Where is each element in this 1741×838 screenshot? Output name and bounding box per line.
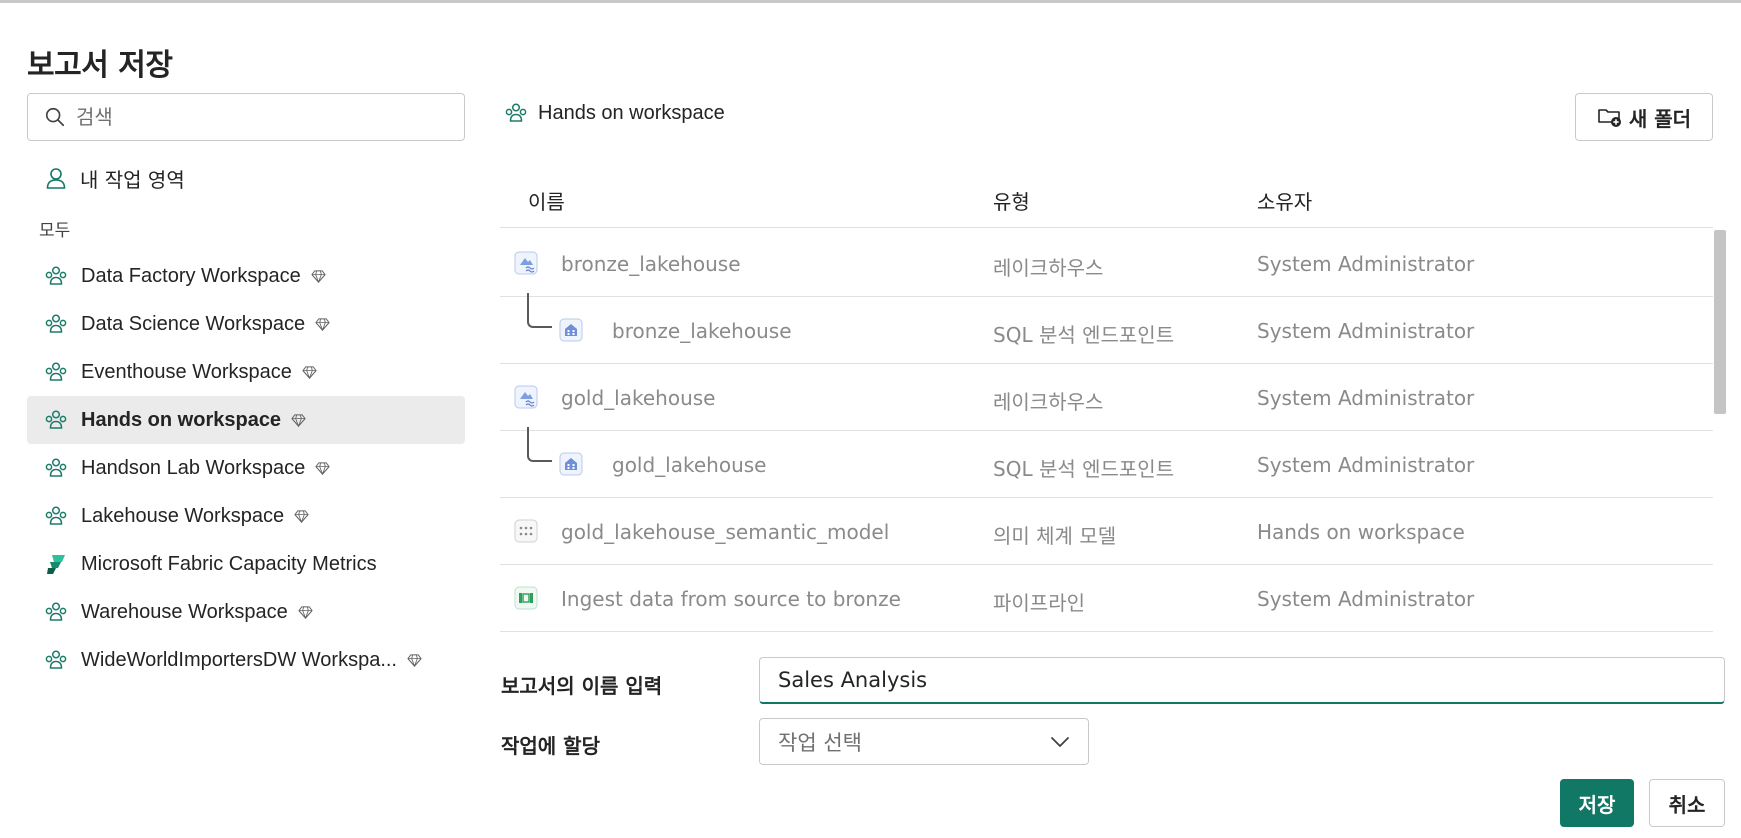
sidebar-item-workspace[interactable]: Eventhouse Workspace [27, 348, 465, 396]
tree-connector [527, 293, 552, 328]
workspace-icon [44, 648, 68, 672]
item-name: gold_lakehouse [612, 453, 767, 477]
premium-diamond-icon [315, 317, 330, 332]
item-name: Ingest data from source to bronze [561, 587, 901, 611]
column-header-owner[interactable]: 소유자 [1257, 186, 1312, 215]
table-row[interactable]: gold_lakehouse 레이크하우스 System Administrator [500, 364, 1713, 431]
current-workspace-header: Hands on workspace [504, 101, 725, 125]
item-owner: System Administrator [1257, 453, 1475, 477]
premium-diamond-icon [302, 365, 317, 380]
premium-diamond-icon [298, 605, 313, 620]
workspace-icon [44, 600, 68, 624]
task-select-dropdown[interactable]: 작업 선택 [759, 718, 1089, 765]
folder-add-icon [1598, 109, 1621, 127]
workspace-icon [44, 360, 68, 384]
item-owner: System Administrator [1257, 587, 1475, 611]
sidebar-item-workspace[interactable]: Hands on workspace [27, 396, 465, 444]
sidebar-item-label: Handson Lab Workspace [81, 456, 306, 479]
sidebar-item-label: Lakehouse Workspace [81, 504, 285, 527]
window-top-edge [0, 0, 1741, 3]
person-icon [46, 168, 66, 189]
report-name-label: 보고서의 이름 입력 [501, 674, 663, 698]
premium-diamond-icon [315, 461, 330, 476]
item-name: bronze_lakehouse [612, 319, 792, 343]
my-workspace-label: 내 작업 영역 [80, 167, 185, 192]
search-icon [45, 107, 65, 127]
table-header: 이름 유형 소유자 [500, 178, 1713, 228]
item-table: bronze_lakehouse 레이크하우스 System Administrat… [500, 230, 1713, 632]
item-name: bronze_lakehouse [561, 252, 741, 276]
workspace-icon [44, 264, 68, 288]
sidebar-item-label: Eventhouse Workspace [81, 360, 292, 383]
report-name-input[interactable] [759, 657, 1725, 704]
item-type: 레이크하우스 [993, 256, 1104, 280]
section-all-heading: 모두 [39, 221, 71, 241]
my-workspace-item[interactable]: 내 작업 영역 [44, 162, 185, 194]
sidebar-item-workspace[interactable]: Microsoft Fabric Capacity Metrics [27, 540, 465, 588]
item-name: gold_lakehouse_semantic_model [561, 520, 890, 544]
premium-diamond-icon [407, 653, 422, 668]
item-owner: System Administrator [1257, 386, 1475, 410]
task-select-placeholder: 작업 선택 [778, 730, 862, 755]
table-row[interactable]: bronze_lakehouse 레이크하우스 System Administrat… [500, 230, 1713, 297]
item-type: 파이프라인 [993, 591, 1085, 615]
search-input[interactable] [76, 105, 446, 129]
sidebar-item-label: Data Factory Workspace [81, 264, 301, 287]
table-scrollbar[interactable] [1714, 230, 1726, 414]
workspace-icon [44, 456, 68, 480]
item-type: SQL 분석 엔드포인트 [993, 323, 1175, 347]
sql-endpoint-icon [559, 317, 583, 343]
sidebar-item-workspace[interactable]: Data Factory Workspace [27, 252, 465, 300]
sidebar-item-workspace[interactable]: Data Science Workspace [27, 300, 465, 348]
lakehouse-icon [514, 384, 538, 410]
lakehouse-icon [514, 250, 538, 276]
dialog-title: 보고서 저장 [27, 48, 173, 83]
save-button[interactable]: 저장 [1560, 779, 1634, 827]
chevron-down-icon [1051, 737, 1069, 747]
item-type: SQL 분석 엔드포인트 [993, 457, 1175, 481]
item-type: 의미 체계 모델 [993, 524, 1117, 548]
assign-task-label: 작업에 할당 [501, 734, 600, 758]
item-type: 레이크하우스 [993, 390, 1104, 414]
workspace-icon [44, 312, 68, 336]
workspace-list: Data Factory Workspace Data Science Works… [27, 252, 465, 684]
sql-endpoint-icon [559, 451, 583, 477]
cancel-button[interactable]: 취소 [1649, 779, 1725, 827]
workspace-icon [44, 408, 68, 432]
tree-connector [527, 427, 552, 462]
table-row[interactable]: bronze_lakehouse SQL 분석 엔드포인트 System Admin… [500, 293, 1713, 364]
sidebar-item-workspace[interactable]: Handson Lab Workspace [27, 444, 465, 492]
column-header-name[interactable]: 이름 [528, 186, 565, 215]
table-row[interactable]: gold_lakehouse SQL 분석 엔드포인트 System Adminis… [500, 427, 1713, 498]
workspace-icon [505, 103, 527, 122]
fabric-icon [44, 552, 68, 576]
sidebar-item-label: WideWorldImportersDW Workspa... [81, 648, 397, 671]
workspace-icon [44, 504, 68, 528]
premium-diamond-icon [311, 269, 326, 284]
item-owner: Hands on workspace [1257, 520, 1465, 544]
semantic-model-icon [514, 518, 538, 544]
new-folder-label: 새 폴더 [1628, 106, 1692, 131]
item-name: gold_lakehouse [561, 386, 716, 410]
table-row[interactable]: gold_lakehouse_semantic_model 의미 체계 모델 Han… [500, 498, 1713, 565]
current-workspace-title: Hands on workspace [538, 101, 725, 124]
sidebar-item-label: Warehouse Workspace [81, 600, 288, 623]
sidebar-item-workspace[interactable]: Warehouse Workspace [27, 588, 465, 636]
premium-diamond-icon [291, 413, 306, 428]
pipeline-icon [514, 585, 538, 611]
item-owner: System Administrator [1257, 319, 1475, 343]
table-row[interactable]: Ingest data from source to bronze 파이프라인 Sy… [500, 565, 1713, 632]
sidebar-item-label: Hands on workspace [81, 408, 282, 431]
sidebar-item-label: Microsoft Fabric Capacity Metrics [81, 552, 377, 575]
sidebar-item-workspace[interactable]: Lakehouse Workspace [27, 492, 465, 540]
new-folder-button[interactable]: 새 폴더 [1575, 93, 1713, 141]
item-owner: System Administrator [1257, 252, 1475, 276]
sidebar-item-label: Data Science Workspace [81, 312, 306, 335]
search-box[interactable] [27, 93, 465, 141]
column-header-type[interactable]: 유형 [993, 186, 1030, 215]
sidebar-item-workspace[interactable]: WideWorldImportersDW Workspa... [27, 636, 465, 684]
premium-diamond-icon [294, 509, 309, 524]
